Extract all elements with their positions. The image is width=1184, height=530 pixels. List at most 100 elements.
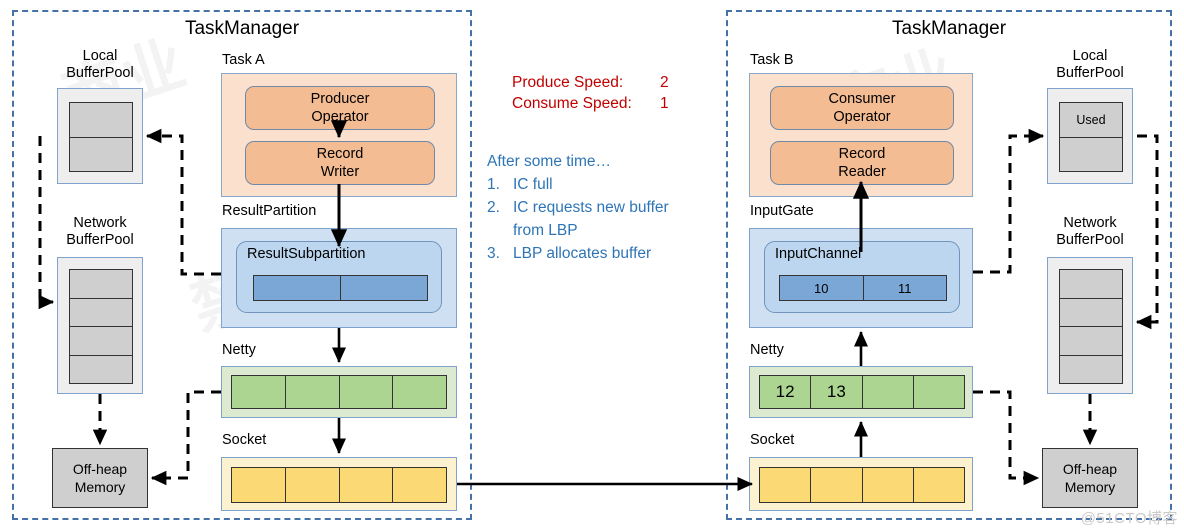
right-local-bufferpool[interactable]: Used bbox=[1047, 88, 1133, 184]
step-number: 3. bbox=[487, 245, 500, 262]
left-socket-box bbox=[221, 457, 457, 511]
producer-operator-line1: Producer bbox=[310, 91, 370, 107]
buffer-cell[interactable] bbox=[254, 276, 341, 300]
resultsubpartition-buffers bbox=[253, 275, 428, 301]
produce-speed-value: 2 bbox=[660, 74, 669, 91]
step-text: from LBP bbox=[513, 222, 578, 239]
left-local-bufferpool-label-line2: BufferPool bbox=[66, 65, 134, 81]
step-number: 2. bbox=[487, 199, 500, 216]
resultsubpartition-box[interactable]: ResultSubpartition bbox=[236, 241, 442, 313]
pool-slot bbox=[70, 327, 132, 356]
record-writer-line1: Record bbox=[316, 146, 364, 162]
step-item-continuation: from LBP bbox=[487, 219, 727, 242]
right-netty-buffers: 12 13 bbox=[759, 375, 965, 409]
consumer-operator-box[interactable]: Consumer Operator bbox=[770, 86, 954, 130]
left-local-bufferpool[interactable] bbox=[57, 88, 143, 184]
left-network-bufferpool-label-line2: BufferPool bbox=[66, 232, 134, 248]
resultpartition-label: ResultPartition bbox=[222, 203, 317, 219]
producer-operator-box[interactable]: Producer Operator bbox=[245, 86, 435, 130]
pool-slot bbox=[70, 270, 132, 299]
right-socket-label: Socket bbox=[750, 432, 795, 448]
record-reader-box[interactable]: Record Reader bbox=[770, 141, 954, 185]
pool-slot bbox=[1060, 270, 1122, 299]
netty-cell[interactable] bbox=[232, 376, 286, 408]
pool-slot bbox=[70, 137, 132, 171]
pool-slot bbox=[70, 355, 132, 383]
left-task-box: Producer Operator Record Writer bbox=[221, 73, 457, 197]
resultsubpartition-title: ResultSubpartition bbox=[247, 246, 366, 262]
netty-cell[interactable] bbox=[862, 376, 914, 408]
left-netty-box bbox=[221, 366, 457, 418]
netty-cell[interactable]: 13 bbox=[811, 376, 863, 408]
right-offheap-memory[interactable]: Off-heap Memory bbox=[1042, 448, 1138, 508]
right-netty-label: Netty bbox=[750, 342, 784, 358]
diagram-canvas: 商业 禁 商业 TaskManager Local BufferPool Net… bbox=[0, 0, 1184, 530]
right-task-label: Task B bbox=[750, 52, 794, 68]
left-socket-buffers bbox=[231, 467, 447, 503]
right-socket-buffers bbox=[759, 467, 965, 503]
socket-cell[interactable] bbox=[339, 468, 394, 502]
socket-cell[interactable] bbox=[285, 468, 340, 502]
right-netty-box: 12 13 bbox=[749, 366, 973, 418]
buffer-cell[interactable] bbox=[341, 276, 427, 300]
right-task-box: Consumer Operator Record Reader bbox=[749, 73, 973, 197]
right-network-bufferpool[interactable] bbox=[1047, 257, 1133, 394]
left-local-bufferpool-label-line1: Local bbox=[82, 48, 118, 64]
step-item: 1. IC full bbox=[487, 173, 727, 196]
left-local-bufferpool-slots bbox=[69, 102, 133, 172]
consumer-operator-line1: Consumer bbox=[828, 91, 896, 107]
offheap-line2: Memory bbox=[74, 479, 126, 495]
right-socket-box bbox=[749, 457, 973, 511]
buffer-cell[interactable]: 10 bbox=[780, 276, 864, 300]
left-network-bufferpool-label-line1: Network bbox=[73, 215, 127, 231]
netty-cell[interactable] bbox=[339, 376, 394, 408]
pool-slot bbox=[70, 298, 132, 327]
right-local-bufferpool-label-line2: BufferPool bbox=[1056, 65, 1124, 81]
inputchannel-buffers: 10 11 bbox=[779, 275, 947, 301]
left-socket-label: Socket bbox=[222, 432, 267, 448]
netty-cell[interactable] bbox=[393, 376, 446, 408]
right-local-bufferpool-label-line1: Local bbox=[1072, 48, 1108, 64]
steps-intro: After some time… bbox=[487, 153, 612, 170]
pool-slot bbox=[1060, 327, 1122, 356]
step-item: 2. IC requests new buffer bbox=[487, 196, 727, 219]
right-local-bufferpool-slots: Used bbox=[1059, 102, 1123, 172]
record-writer-box[interactable]: Record Writer bbox=[245, 141, 435, 185]
consume-speed-label: Consume Speed: bbox=[512, 95, 632, 112]
inputchannel-title: InputChannel bbox=[775, 246, 862, 262]
left-offheap-memory[interactable]: Off-heap Memory bbox=[52, 448, 148, 508]
left-network-bufferpool-slots bbox=[69, 269, 133, 384]
produce-speed-label: Produce Speed: bbox=[512, 74, 624, 91]
pool-slot-used: Used bbox=[1060, 103, 1122, 138]
right-network-bufferpool-label-line2: BufferPool bbox=[1056, 232, 1124, 248]
netty-cell[interactable] bbox=[913, 376, 964, 408]
consumer-operator-line2: Operator bbox=[833, 109, 891, 125]
pool-slot bbox=[1060, 137, 1122, 171]
netty-cell[interactable]: 12 bbox=[760, 376, 812, 408]
socket-cell[interactable] bbox=[811, 468, 863, 502]
socket-cell[interactable] bbox=[232, 468, 286, 502]
steps-annotation: After some time… 1. IC full 2. IC reques… bbox=[487, 150, 727, 265]
step-text: LBP allocates buffer bbox=[513, 245, 652, 262]
resultpartition-box: ResultSubpartition bbox=[221, 228, 457, 328]
pool-slot bbox=[1060, 298, 1122, 327]
netty-cell[interactable] bbox=[285, 376, 340, 408]
inputgate-box: InputChannel 10 11 bbox=[749, 228, 973, 328]
speed-annotation: Produce Speed: 2 Consume Speed: 1 bbox=[512, 72, 669, 114]
socket-cell[interactable] bbox=[393, 468, 446, 502]
inputgate-label: InputGate bbox=[750, 203, 814, 219]
socket-cell[interactable] bbox=[760, 468, 812, 502]
socket-cell[interactable] bbox=[862, 468, 914, 502]
record-writer-line2: Writer bbox=[320, 164, 360, 180]
step-text: IC requests new buffer bbox=[513, 199, 669, 216]
step-number bbox=[487, 219, 513, 242]
buffer-cell[interactable]: 11 bbox=[863, 276, 946, 300]
inputchannel-box[interactable]: InputChannel 10 11 bbox=[764, 241, 960, 313]
offheap-line2: Memory bbox=[1064, 479, 1116, 495]
offheap-line1: Off-heap bbox=[1062, 461, 1118, 477]
left-network-bufferpool[interactable] bbox=[57, 257, 143, 394]
socket-cell[interactable] bbox=[913, 468, 964, 502]
record-reader-line2: Reader bbox=[838, 164, 886, 180]
pool-slot bbox=[70, 103, 132, 138]
consume-speed-value: 1 bbox=[660, 95, 669, 112]
